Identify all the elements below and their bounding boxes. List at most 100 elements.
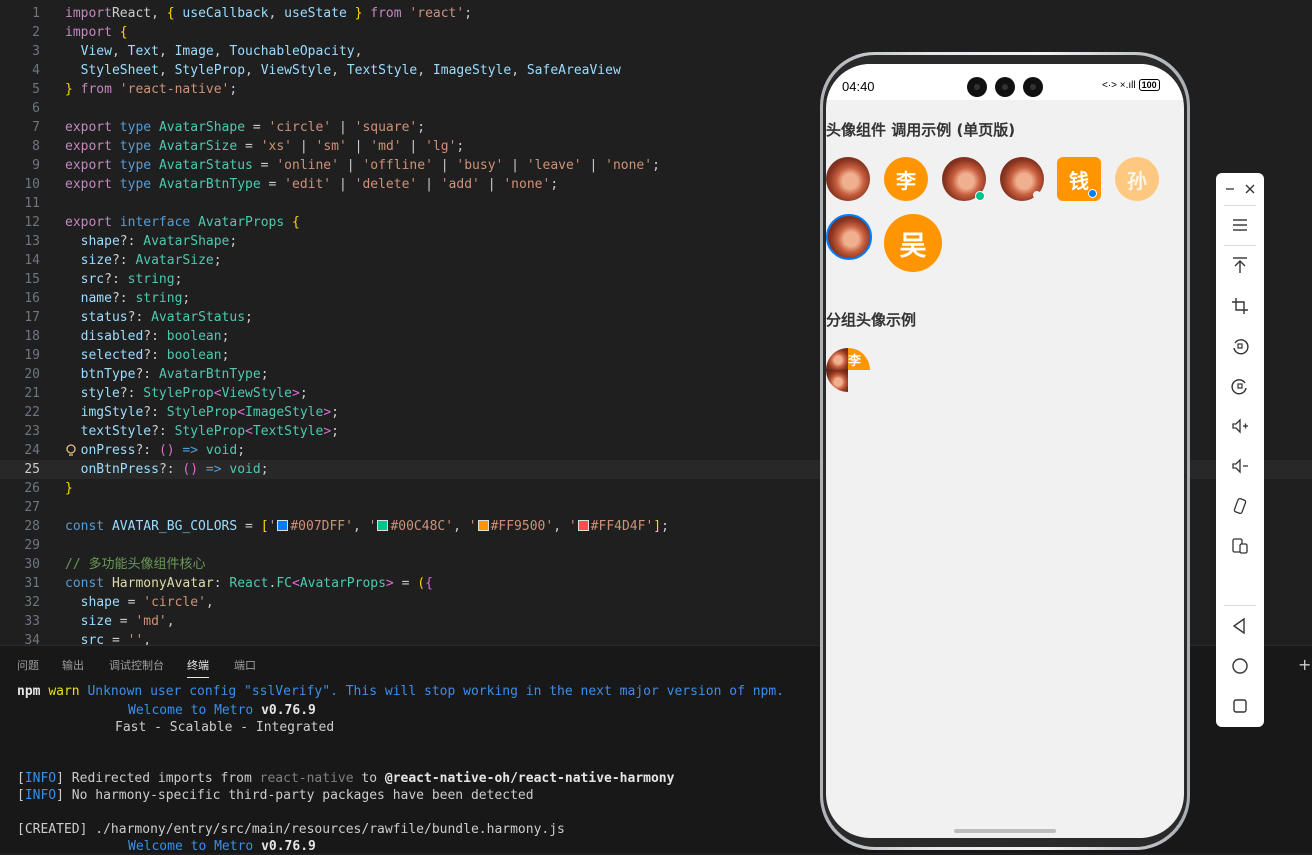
terminal-line: [INFO] No harmony-specific third-party p… bbox=[17, 788, 534, 803]
token: , bbox=[158, 63, 175, 78]
token: shape bbox=[80, 234, 120, 249]
token: 'xs' bbox=[260, 139, 293, 154]
token: => bbox=[198, 462, 230, 477]
recent-apps-icon[interactable] bbox=[1228, 694, 1252, 718]
code-text: export type AvatarShape = 'circle' | 'sq… bbox=[65, 118, 425, 137]
rotate-left-icon[interactable] bbox=[1228, 334, 1252, 358]
code-text: btnType?: AvatarBtnType; bbox=[65, 365, 269, 384]
line-number: 21 bbox=[24, 386, 40, 401]
token: < bbox=[213, 386, 222, 401]
token: ImageStyle bbox=[245, 405, 324, 420]
token: { bbox=[425, 576, 433, 591]
code-text: const HarmonyAvatar: React.FC<AvatarProp… bbox=[65, 574, 433, 593]
pin-top-icon[interactable] bbox=[1228, 253, 1252, 277]
volume-up-icon[interactable] bbox=[1228, 414, 1252, 438]
new-terminal-plus-icon[interactable]: + bbox=[1298, 655, 1311, 674]
section-title: 头像组件 调用示例 (单页版) bbox=[826, 121, 1016, 139]
phone-screen[interactable]: 04:40 <·> ×.ıll 100 头像组件 调用示例 (单页版) 李 钱 孙… bbox=[826, 64, 1184, 838]
token: useCallback bbox=[174, 6, 269, 21]
token: HarmonyAvatar bbox=[111, 576, 214, 591]
token: AVATAR_BG_COLORS bbox=[111, 519, 238, 534]
code-text: View, Text, Image, TouchableOpacity, bbox=[65, 42, 363, 61]
avatar-text-sun-disabled[interactable]: 孙 bbox=[1115, 157, 1159, 201]
token: = bbox=[252, 158, 277, 173]
signal-icon: <·> ×.ıll bbox=[1102, 80, 1136, 91]
code-text: textStyle?: StyleProp<TextStyle>; bbox=[65, 422, 339, 441]
fold-device-icon[interactable] bbox=[1228, 534, 1252, 558]
screenshot-crop-icon[interactable] bbox=[1228, 294, 1252, 318]
token: ?: bbox=[111, 253, 136, 268]
token: 'online' bbox=[276, 158, 339, 173]
token: string bbox=[127, 272, 175, 287]
volume-down-icon[interactable] bbox=[1228, 454, 1252, 478]
token: #007DFF' bbox=[290, 519, 353, 534]
token: status bbox=[80, 310, 128, 325]
code-line[interactable]: 2 import { bbox=[0, 23, 1312, 42]
token: boolean bbox=[166, 329, 222, 344]
token: name bbox=[80, 291, 112, 306]
token: | bbox=[417, 177, 441, 192]
home-icon[interactable] bbox=[1228, 654, 1252, 678]
avatar-text-wu-large[interactable]: 吴 bbox=[884, 214, 942, 272]
token: [ bbox=[260, 519, 269, 534]
token: > bbox=[323, 405, 332, 420]
line-number: 2 bbox=[32, 25, 40, 40]
avatar-image[interactable] bbox=[826, 157, 870, 201]
avatar-group[interactable]: 李 bbox=[826, 348, 870, 392]
token: import bbox=[65, 6, 112, 21]
token: , bbox=[268, 6, 285, 21]
terminal-line: npm warn Unknown user config "sslVerify"… bbox=[17, 684, 785, 699]
token: 'busy' bbox=[456, 158, 504, 173]
avatar-text-li[interactable]: 李 bbox=[884, 157, 928, 201]
token: size bbox=[80, 614, 112, 629]
token: #00C48C' bbox=[390, 519, 454, 534]
tab-output[interactable]: 输出 bbox=[62, 657, 84, 673]
token: , bbox=[213, 44, 230, 59]
tab-ports[interactable]: 端口 bbox=[234, 657, 256, 673]
color-swatch-icon bbox=[577, 520, 589, 531]
code-text: export interface AvatarProps { bbox=[65, 213, 300, 232]
shake-icon[interactable] bbox=[1228, 494, 1252, 518]
token: ; bbox=[182, 291, 191, 306]
color-swatch-icon bbox=[377, 520, 389, 531]
code-line[interactable]: 1 importReact, { useCallback, useState } … bbox=[0, 4, 1312, 23]
token: type bbox=[119, 120, 159, 135]
group-avatar-image bbox=[826, 348, 848, 370]
line-number: 13 bbox=[24, 234, 40, 249]
line-number: 4 bbox=[32, 63, 40, 78]
code-text: src?: string; bbox=[65, 270, 183, 289]
status-online-dot bbox=[975, 191, 985, 201]
back-icon[interactable] bbox=[1228, 614, 1252, 638]
avatar-image-selected[interactable] bbox=[826, 214, 872, 260]
lightbulb-icon[interactable] bbox=[66, 444, 76, 457]
token: Image bbox=[174, 44, 214, 59]
token: ' bbox=[468, 519, 477, 534]
token: 'offline' bbox=[362, 158, 433, 173]
rotate-right-icon[interactable] bbox=[1228, 374, 1252, 398]
menu-icon[interactable] bbox=[1228, 213, 1252, 237]
token: React, bbox=[111, 6, 167, 21]
line-number: 30 bbox=[24, 557, 40, 572]
line-number: 10 bbox=[24, 177, 40, 192]
close-icon[interactable] bbox=[1238, 177, 1262, 201]
line-number: 11 bbox=[24, 196, 40, 211]
tab-terminal[interactable]: 终端 bbox=[187, 657, 209, 678]
code-text: size?: AvatarSize; bbox=[65, 251, 222, 270]
group-avatar-text: 李 bbox=[848, 348, 870, 370]
token: 'delete' bbox=[354, 177, 418, 192]
tab-debug-console[interactable]: 调试控制台 bbox=[109, 657, 164, 673]
token: from bbox=[362, 6, 410, 21]
token: , bbox=[331, 63, 347, 78]
token: StyleProp bbox=[174, 63, 246, 78]
line-number: 22 bbox=[24, 405, 40, 420]
line-number: 3 bbox=[32, 44, 40, 59]
tab-problems[interactable]: 问题 bbox=[17, 657, 39, 673]
code-text: size = 'md', bbox=[65, 612, 175, 631]
code-text: importReact, { useCallback, useState } f… bbox=[65, 4, 472, 23]
token: onPress bbox=[80, 443, 136, 458]
line-number: 6 bbox=[32, 101, 40, 116]
